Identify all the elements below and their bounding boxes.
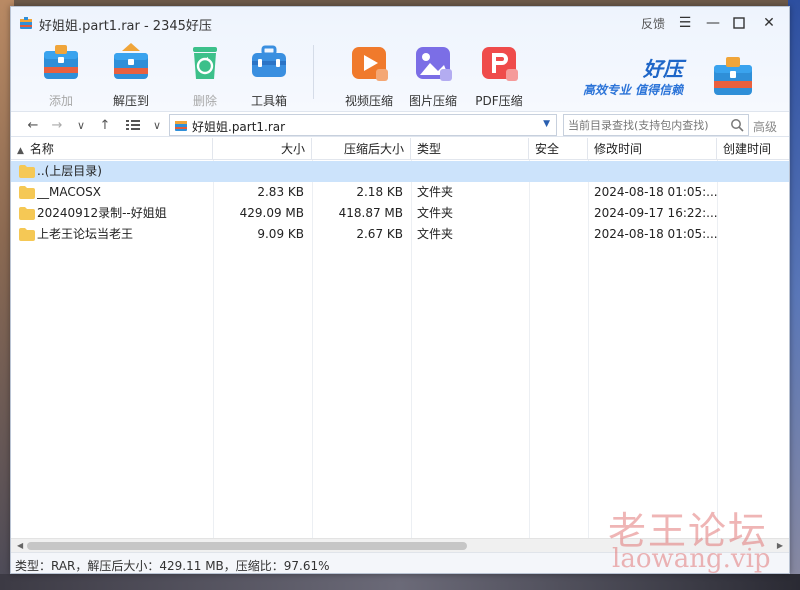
column-header-created[interactable]: 创建时间 (717, 138, 789, 160)
search-box[interactable] (563, 114, 749, 136)
search-icon[interactable] (730, 118, 744, 132)
pdf-compress-label: PDF压缩 (475, 94, 523, 108)
current-path: 好姐姐.part1.rar (192, 120, 286, 134)
toolbox-button[interactable]: 工具箱 (237, 41, 301, 109)
add-archive-icon (44, 45, 78, 79)
row-type: 文件夹 (417, 206, 454, 220)
advanced-search-button[interactable]: 高级 (753, 118, 777, 135)
row-packed: 2.67 KB (356, 227, 403, 241)
minimize-icon[interactable]: — (703, 13, 723, 33)
extract-label: 解压到 (112, 94, 149, 108)
folder-icon (19, 165, 35, 178)
toolbar-divider (313, 45, 314, 99)
row-name: 20240912录制--好姐姐 (37, 206, 167, 220)
column-header-type[interactable]: 类型 (411, 138, 529, 160)
extract-icon (114, 43, 148, 79)
path-bar[interactable]: 好姐姐.part1.rar ▼ (169, 114, 557, 136)
search-input[interactable] (564, 115, 724, 135)
up-arrow-icon[interactable]: ↑ (95, 115, 115, 135)
desktop-background-bottom (0, 574, 800, 590)
table-row[interactable]: 20240912录制--好姐姐 429.09 MB 418.87 MB 文件夹 … (11, 203, 789, 224)
archive-app-icon (20, 17, 32, 29)
column-header-modified[interactable]: 修改时间 (588, 138, 717, 160)
folder-icon (19, 228, 35, 241)
delete-button[interactable]: 删除 (173, 41, 237, 109)
delete-label: 删除 (192, 94, 217, 108)
row-size: 9.09 KB (257, 227, 304, 241)
row-modified: 2024-08-18 01:05:... (594, 227, 717, 241)
archive-window: 好姐姐.part1.rar - 2345好压 反馈 ☰ — ✕ 添加 解压到 删… (10, 6, 790, 574)
scroll-left-icon[interactable]: ◀ (17, 541, 23, 550)
row-size: 2.83 KB (257, 185, 304, 199)
row-name: 上老王论坛当老王 (37, 227, 134, 241)
row-name: __MACOSX (37, 185, 102, 199)
row-size: 429.09 MB (239, 206, 304, 220)
brand-slogan: 高效专业 值得信赖 (583, 83, 684, 97)
column-header-packed[interactable]: 压缩后大小 (312, 138, 411, 160)
column-header-name[interactable]: ▲ 名称 (11, 138, 213, 160)
window-header: 好姐姐.part1.rar - 2345好压 反馈 ☰ — ✕ 添加 解压到 删… (11, 7, 789, 111)
image-compress-label: 图片压缩 (408, 94, 457, 108)
row-packed: 418.87 MB (338, 206, 403, 220)
file-list-header: ▲ 名称 大小 压缩后大小 类型 安全 修改时间 创建时间 (11, 138, 789, 160)
row-modified: 2024-09-17 16:22:... (594, 206, 717, 220)
close-icon[interactable]: ✕ (759, 13, 779, 33)
row-type: 文件夹 (417, 185, 454, 199)
row-packed: 2.18 KB (356, 185, 403, 199)
sort-asc-icon: ▲ (17, 146, 24, 156)
row-name: ..(上层目录) (37, 164, 102, 178)
video-compress-label: 视频压缩 (344, 94, 393, 108)
path-dropdown-icon[interactable]: ▼ (543, 119, 550, 129)
toolbox-label: 工具箱 (250, 94, 287, 108)
table-row[interactable]: __MACOSX 2.83 KB 2.18 KB 文件夹 2024-08-18 … (11, 182, 789, 203)
pdf-compress-icon (482, 47, 518, 81)
view-mode-icon[interactable] (123, 115, 143, 135)
forward-arrow-icon[interactable]: → (47, 115, 67, 135)
table-row[interactable]: 上老王论坛当老王 9.09 KB 2.67 KB 文件夹 2024-08-18 … (11, 224, 789, 245)
recycle-icon (193, 47, 217, 79)
back-arrow-icon[interactable]: ← (23, 115, 43, 135)
row-modified: 2024-08-18 01:05:... (594, 185, 717, 199)
folder-icon (19, 186, 35, 199)
brand-area: 好压 高效专业 值得信赖 (583, 47, 783, 103)
column-header-size[interactable]: 大小 (213, 138, 312, 160)
row-type: 文件夹 (417, 227, 454, 241)
window-title: 好姐姐.part1.rar - 2345好压 (39, 19, 212, 34)
brand-name: 好压 (643, 57, 683, 81)
video-compress-button[interactable]: 视频压缩 (337, 41, 401, 109)
menu-icon[interactable]: ☰ (675, 13, 695, 33)
brand-logo-icon (714, 57, 752, 95)
maximize-icon[interactable] (729, 13, 749, 33)
scrollbar-thumb[interactable] (27, 542, 467, 550)
image-compress-button[interactable]: 图片压缩 (401, 41, 465, 109)
scroll-right-icon[interactable]: ▶ (777, 541, 783, 550)
table-row[interactable]: ..(上层目录) (11, 161, 789, 182)
title-bar[interactable]: 好姐姐.part1.rar - 2345好压 反馈 ☰ — ✕ (11, 7, 789, 37)
add-label: 添加 (48, 94, 73, 108)
feedback-link[interactable]: 反馈 (641, 15, 665, 32)
folder-icon (19, 207, 35, 220)
add-button[interactable]: 添加 (29, 41, 93, 109)
watermark-url: laowang.vip (612, 544, 771, 574)
view-dropdown-icon[interactable]: ∨ (147, 115, 167, 135)
archive-file-icon (175, 121, 187, 131)
navigation-bar: ← → ∨ ↑ ∨ 好姐姐.part1.rar ▼ 高级 (11, 111, 789, 137)
image-compress-icon (416, 47, 452, 81)
extract-button[interactable]: 解压到 (99, 41, 163, 109)
toolbox-icon (252, 45, 286, 77)
status-text: 类型：RAR，解压后大小：429.11 MB，压缩比：97.61% (15, 559, 330, 573)
pdf-compress-button[interactable]: PDF压缩 (467, 41, 531, 109)
history-dropdown-icon[interactable]: ∨ (71, 115, 91, 135)
video-compress-icon (352, 47, 388, 81)
file-list: ▲ 名称 大小 压缩后大小 类型 安全 修改时间 创建时间 ..(上层目录) __… (11, 138, 789, 538)
column-header-secure[interactable]: 安全 (529, 138, 588, 160)
